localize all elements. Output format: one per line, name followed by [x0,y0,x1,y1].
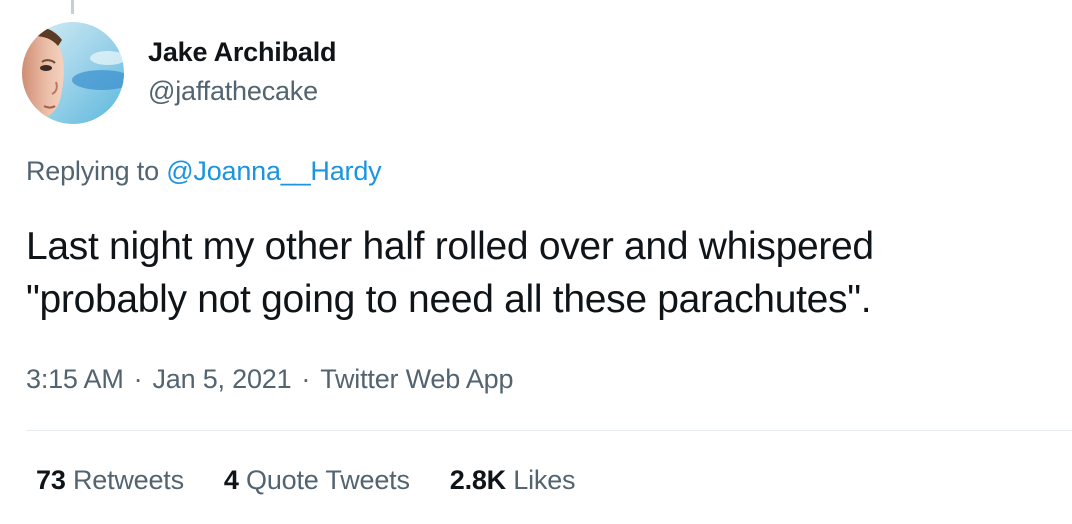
meta-separator: · [133,364,143,394]
author-handle[interactable]: @jaffathecake [148,73,336,109]
retweets-count: 73 [36,465,66,495]
quote-tweets-label: Quote Tweets [246,465,410,495]
avatar-photo-icon [22,22,124,124]
likes-stat[interactable]: 2.8K Likes [450,462,576,498]
tweet-text: Last night my other half rolled over and… [26,220,1056,326]
tweet-date-link[interactable]: Jan 5, 2021 [152,364,291,394]
author-block[interactable]: Jake Archibald @jaffathecake [148,34,336,109]
thread-connector-line [71,0,74,14]
tweet-text-line-2: "probably not going to need all these pa… [26,278,872,321]
retweets-label: Retweets [72,465,184,495]
divider [26,430,1072,431]
tweet-text-line-1: Last night my other half rolled over and… [26,225,874,268]
reply-context: Replying to @Joanna__Hardy [26,153,382,189]
tweet-detail: Jake Archibald @jaffathecake Replying to… [0,0,1072,524]
reply-prefix: Replying to [26,156,167,186]
quote-tweets-stat[interactable]: 4 Quote Tweets [224,462,410,498]
likes-label: Likes [513,465,576,495]
meta-separator: · [301,364,311,394]
avatar[interactable] [22,22,124,124]
quote-tweets-count: 4 [223,465,239,495]
likes-count: 2.8K [449,465,506,495]
author-display-name[interactable]: Jake Archibald [148,34,336,70]
engagement-stats: 73 Retweets 4 Quote Tweets 2.8K Likes [36,462,615,498]
retweets-stat[interactable]: 73 Retweets [36,462,184,498]
tweet-source-link[interactable]: Twitter Web App [320,364,513,394]
reply-mention-link[interactable]: @Joanna__Hardy [166,156,381,186]
tweet-meta: 3:15 AM · Jan 5, 2021 · Twitter Web App [26,361,513,397]
tweet-time-link[interactable]: 3:15 AM [26,364,124,394]
